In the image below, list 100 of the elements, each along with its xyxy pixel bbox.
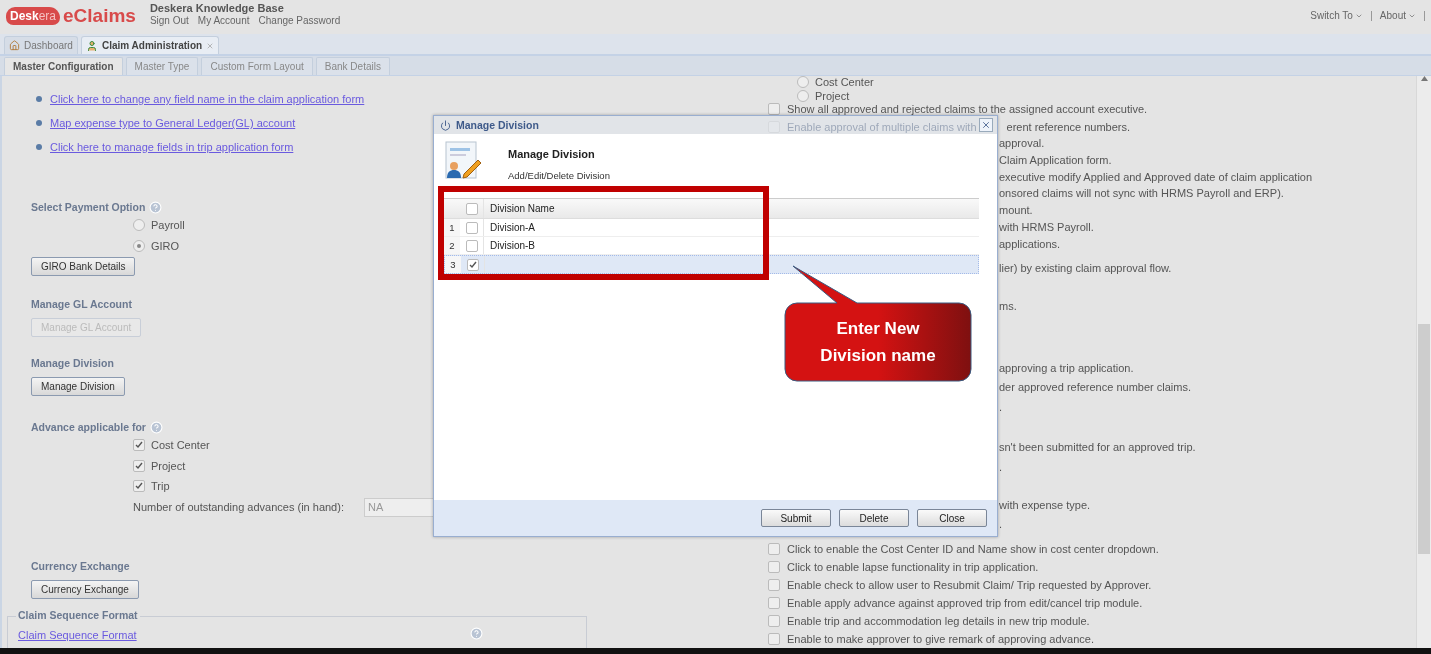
dialog-title: Manage Division — [456, 119, 539, 131]
checkbox[interactable] — [768, 596, 780, 609]
setting-label: onsored claims will not sync with HRMS Payroll and ERP). — [999, 186, 1284, 199]
table-cell-text: Division-A — [489, 221, 536, 235]
check-icon — [135, 482, 143, 491]
giro-bank-details-button[interactable]: GIRO Bank Details — [31, 257, 136, 276]
setting-label: ms. — [999, 299, 1017, 312]
setting-label: der approved reference number claims. — [999, 380, 1191, 393]
link[interactable]: Map expense type to General Ledger(GL) account — [50, 117, 296, 129]
section-title: Advance applicable for — [31, 421, 146, 433]
scroll-thumb[interactable] — [1418, 324, 1430, 554]
section-title: Manage Division — [31, 357, 114, 369]
setting-label: Enable to make approver to give remark of approving advance. — [787, 632, 1094, 645]
help-icon — [470, 627, 483, 640]
header-link[interactable]: Change Password — [258, 15, 341, 26]
tab[interactable]: Dashboard — [4, 36, 78, 54]
table-cell-text: Division-B — [489, 239, 536, 253]
setting-label: lier) by existing claim approval flow. — [999, 261, 1172, 274]
checkbox[interactable] — [768, 560, 780, 573]
setting-label: approval. — [999, 136, 1045, 149]
help-icon — [149, 420, 163, 434]
setting-label: . — [999, 460, 1003, 473]
menu-link[interactable]: About — [1379, 10, 1416, 21]
checkbox[interactable] — [133, 480, 145, 493]
menu-link[interactable]: Switch To — [1310, 10, 1363, 21]
column-header: Division Name — [489, 202, 556, 216]
bullet — [36, 144, 42, 150]
setting-label: sn't been submitted for an approved trip. — [999, 440, 1196, 453]
company-name: Deskera Knowledge Base — [149, 2, 285, 14]
link[interactable]: Click here to change any field name in the claim application form — [50, 93, 365, 105]
checkbox[interactable] — [133, 439, 145, 452]
manage-division-button[interactable]: Manage Division — [31, 377, 125, 396]
tab[interactable]: Claim Administration — [80, 36, 220, 54]
link[interactable]: Claim Sequence Format — [18, 628, 137, 641]
power-icon — [440, 119, 451, 131]
header-link[interactable]: Sign Out — [149, 15, 189, 26]
checkbox[interactable] — [466, 258, 479, 271]
dialog-button[interactable]: Delete — [839, 509, 909, 527]
setting-label: approving a trip application. — [999, 361, 1134, 374]
setting-label: Enable apply advance against approved trip from edit/cancel trip module. — [787, 596, 1143, 609]
callout-text: Enter New Division name — [819, 318, 937, 367]
setting-label: . — [999, 400, 1003, 413]
section-title: Manage GL Account — [31, 298, 132, 310]
checkbox[interactable] — [465, 221, 478, 234]
setting-label: with HRMS Payroll. — [999, 220, 1094, 233]
dialog-subtitle: Add/Edit/Delete Division — [508, 170, 610, 181]
dialog-button[interactable]: Submit — [761, 509, 831, 527]
close-icon[interactable] — [206, 41, 215, 50]
setting-label: Click to enable lapse functionality in trip application. — [787, 560, 1039, 573]
checkbox[interactable] — [133, 459, 145, 472]
checkbox[interactable] — [768, 542, 780, 555]
header-link[interactable]: My Account — [197, 15, 250, 26]
home-icon — [9, 40, 20, 51]
link[interactable]: Click here to manage fields in trip application form — [50, 141, 294, 153]
checkbox[interactable] — [768, 578, 780, 591]
option-label: GIRO — [151, 239, 180, 252]
bullet — [36, 96, 42, 102]
tab[interactable]: Bank Details — [315, 57, 390, 75]
product-name: eClaims — [63, 5, 136, 27]
scrollbar[interactable] — [1416, 76, 1431, 648]
tab[interactable]: Master Type — [125, 57, 199, 75]
close-button[interactable] — [979, 118, 993, 132]
setting-label: Show all approved and rejected claims to the assigned account executive. — [787, 102, 1148, 115]
section-title: Select Payment Option — [31, 201, 146, 213]
row-number: 2 — [444, 237, 460, 254]
option-label: Project — [151, 459, 186, 472]
option-label: Project — [815, 89, 850, 102]
setting-label: erent reference numbers. — [1006, 120, 1131, 133]
checkbox[interactable] — [465, 202, 478, 215]
setting-label: mount. — [999, 203, 1033, 216]
grid-row[interactable]: 1 Division-A — [444, 219, 979, 237]
grid-row[interactable]: 2 Division-B — [444, 237, 979, 255]
bullet — [36, 120, 42, 126]
help-icon — [149, 200, 163, 214]
option-label: Trip — [151, 480, 170, 493]
setting-label: Enable check to allow user to Resubmit Claim/ Trip requested by Approver. — [787, 578, 1152, 591]
setting-label: Claim Application form. — [999, 153, 1112, 166]
radio-button[interactable] — [797, 89, 809, 102]
section-title: Currency Exchange — [31, 559, 130, 572]
check-icon — [135, 461, 143, 470]
checkbox[interactable] — [768, 102, 780, 115]
currency-exchange-button[interactable]: Currency Exchange — [31, 579, 139, 599]
row-number: 3 — [445, 256, 461, 273]
dialog-button[interactable]: Close — [917, 509, 987, 527]
radio-button[interactable] — [797, 76, 809, 88]
checkbox[interactable] — [465, 239, 478, 252]
fieldset-legend: Claim Sequence Format — [16, 608, 140, 621]
check-icon — [135, 441, 143, 450]
close-icon — [981, 120, 991, 130]
tab[interactable]: Custom Form Layout — [201, 57, 313, 75]
setting-label: Enable approval of multiple claims with — [787, 120, 977, 133]
radio-button[interactable] — [133, 239, 145, 252]
checkbox[interactable] — [768, 632, 780, 645]
radio-button[interactable] — [133, 219, 145, 232]
row-number: 1 — [444, 219, 460, 236]
grid-row[interactable]: 3 — [444, 255, 979, 274]
tab[interactable]: Master Configuration — [4, 57, 123, 75]
field-label: Number of outstanding advances (in hand): — [133, 501, 344, 513]
option-label: Cost Center — [815, 76, 874, 88]
checkbox[interactable] — [768, 614, 780, 627]
